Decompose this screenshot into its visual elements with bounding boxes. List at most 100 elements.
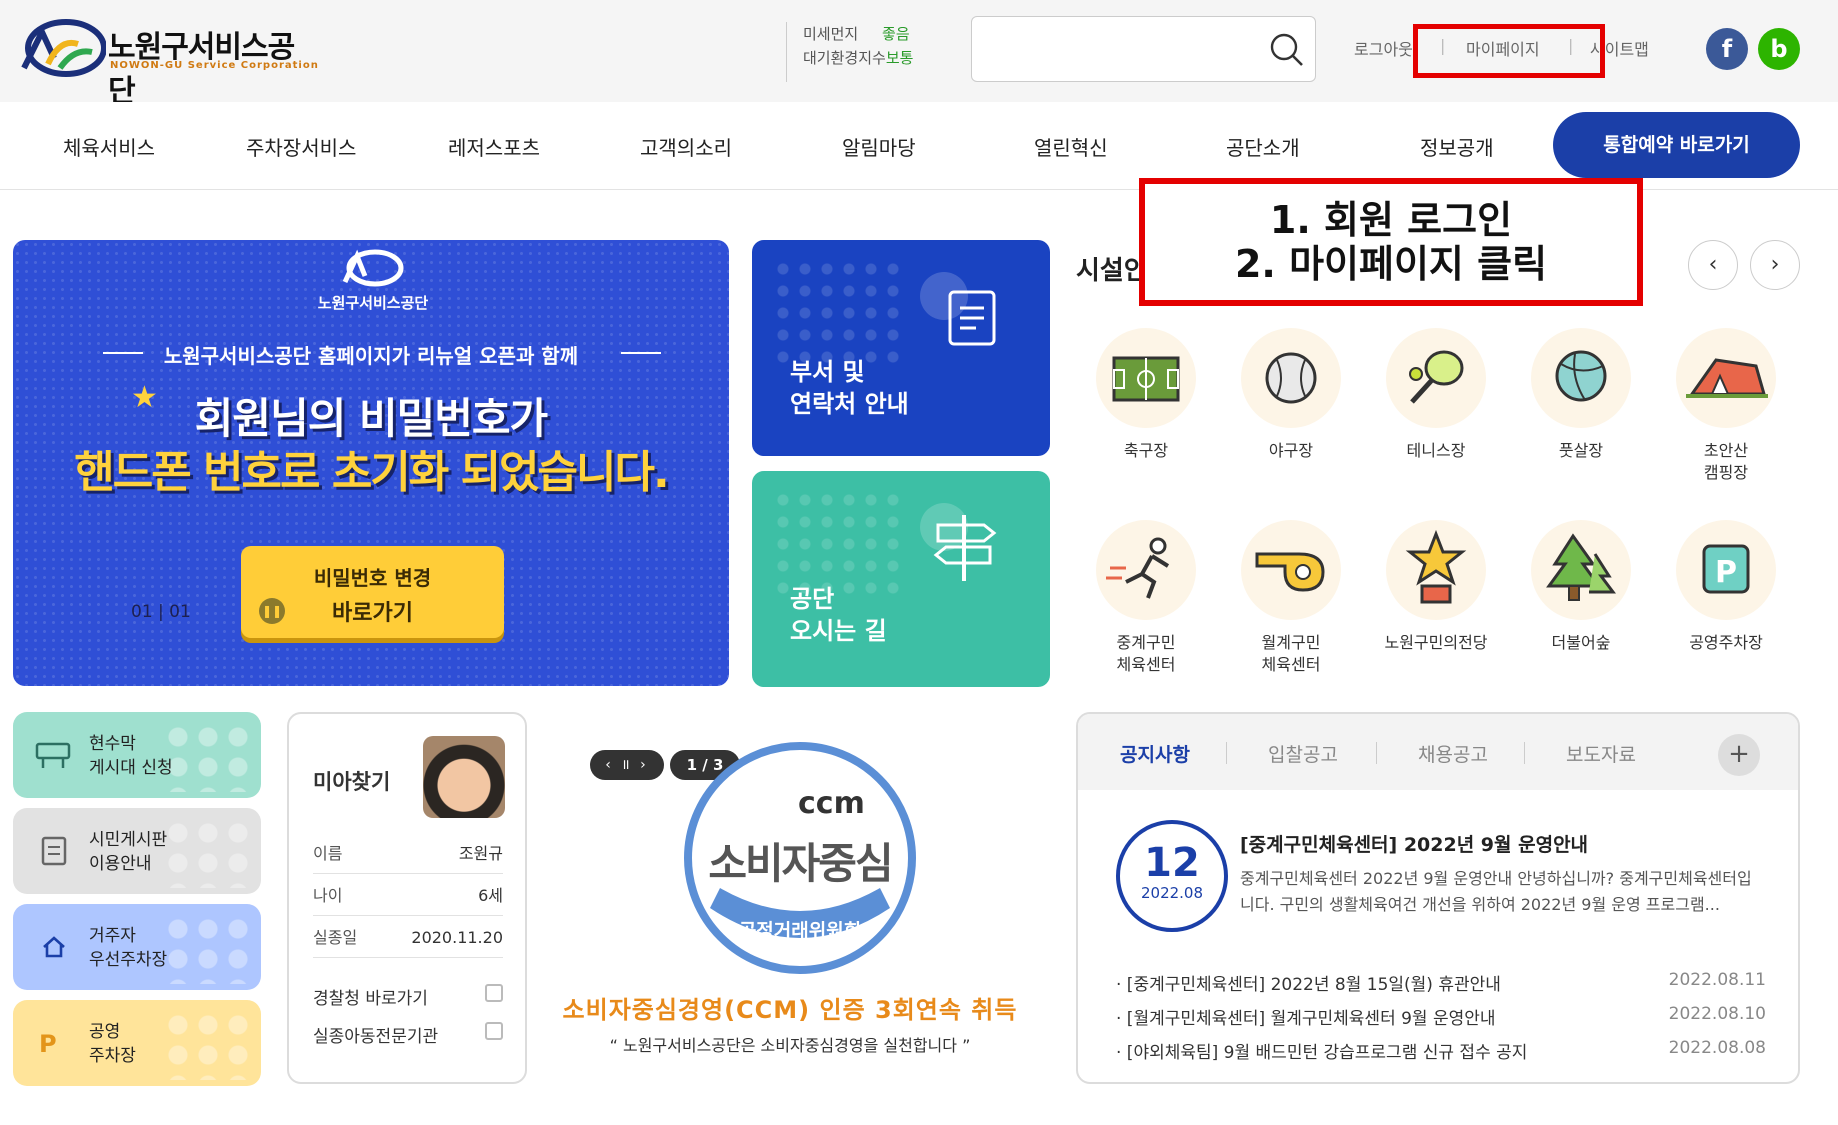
nav-customer-voice[interactable]: 고객의소리 bbox=[640, 132, 732, 161]
notice-board: 공지사항 입찰공고 채용공고 보도자료 + 12 2022.08 [중계구민체육… bbox=[1076, 712, 1800, 1084]
featured-notice-summary[interactable]: 중계구민체육센터 2022년 9월 운영안내 안녕하십니까? 중계구민체육센터입… bbox=[1240, 866, 1760, 918]
facility-public-parking[interactable]: P 공영주차장 bbox=[1666, 520, 1786, 654]
quick-label: 공영 주차장 bbox=[89, 1022, 136, 1066]
facility-futsal[interactable]: 풋살장 bbox=[1521, 328, 1641, 462]
quick-label: 시민게시판 이용안내 bbox=[89, 830, 168, 874]
nav-sports-service[interactable]: 체육서비스 bbox=[63, 132, 155, 161]
facility-name: 더불어숲 bbox=[1551, 633, 1611, 652]
logout-link[interactable]: 로그아웃 bbox=[1354, 36, 1413, 60]
missing-row-name: 이름 조원규 bbox=[313, 834, 503, 874]
public-parking-link[interactable]: P 공영 주차장 bbox=[13, 1000, 261, 1086]
site-logo[interactable]: 노원구서비스공단 NOWON-GU Service Corporation bbox=[20, 18, 320, 109]
banner-pager: 01 | 01 bbox=[131, 602, 191, 622]
external-link-icon bbox=[485, 1022, 503, 1040]
facility-camping[interactable]: 초안산 캠핑장 bbox=[1666, 328, 1786, 484]
nav-info-disclosure[interactable]: 정보공개 bbox=[1420, 132, 1494, 161]
facility-tennis[interactable]: 테니스장 bbox=[1376, 328, 1496, 462]
citizen-board-link[interactable]: 시민게시판 이용안내 bbox=[13, 808, 261, 894]
ccm-subcaption: “ 노원구서비스공단은 소비자중심경영을 실천합니다 ” bbox=[609, 1036, 971, 1055]
document-icon bbox=[41, 836, 67, 866]
dust-label: 미세먼지 bbox=[803, 25, 859, 43]
logo-emblem-icon bbox=[21, 19, 107, 77]
mypage-highlight-box bbox=[1413, 24, 1605, 78]
facility-junggye-sports-center[interactable]: 중계구민 체육센터 bbox=[1086, 520, 1206, 676]
facility-prev-button[interactable]: ‹ bbox=[1688, 240, 1738, 290]
tab-divider bbox=[1524, 742, 1525, 764]
department-tile-line1: 부서 및 bbox=[790, 358, 865, 386]
facility-baseball[interactable]: 야구장 bbox=[1231, 328, 1351, 462]
change-password-label: 비밀번호 변경 bbox=[313, 566, 432, 590]
directions-tile-label: 공단 오시는 길 bbox=[790, 583, 887, 647]
main-banner[interactable]: 노원구서비스공단 노원구서비스공단 홈페이지가 리뉴얼 오픈과 함께 ★ 회원님… bbox=[13, 240, 729, 686]
facility-forest[interactable]: 더불어숲 bbox=[1521, 520, 1641, 654]
svg-text:P: P bbox=[1715, 555, 1737, 590]
missing-row-date: 실종일 2020.11.20 bbox=[313, 918, 503, 958]
facility-name: 초안산 캠핑장 bbox=[1703, 441, 1749, 482]
featured-day: 12 bbox=[1144, 840, 1200, 886]
signpost-icon bbox=[933, 515, 997, 581]
search-icon[interactable] bbox=[1268, 31, 1306, 69]
ccm-slider-controls[interactable]: ‹ ॥ › bbox=[590, 750, 664, 780]
facebook-icon[interactable]: f bbox=[1706, 28, 1748, 70]
tennis-racket-icon bbox=[1386, 328, 1486, 428]
directions-tile[interactable]: 공단 오시는 길 bbox=[752, 471, 1050, 687]
board-tabs: 공지사항 입찰공고 채용공고 보도자료 + bbox=[1078, 714, 1798, 790]
ccm-caption: 소비자중심경영(CCM) 인증 3회연속 취득 bbox=[562, 996, 1018, 1024]
board-more-button[interactable]: + bbox=[1718, 734, 1760, 776]
search-input[interactable] bbox=[971, 16, 1316, 82]
instruction-line2: 2. 마이페이지 클릭 bbox=[1234, 242, 1548, 286]
facility-nowon-hall[interactable]: 노원구민의전당 bbox=[1376, 520, 1496, 654]
quick-pattern bbox=[163, 818, 253, 888]
notice-list-item[interactable]: · [중계구민체육센터] 2022년 8월 15일(월) 휴관안내 2022.08… bbox=[1116, 970, 1766, 995]
featured-date-badge: 12 2022.08 bbox=[1116, 820, 1228, 932]
facility-name: 야구장 bbox=[1268, 441, 1314, 460]
air-index-label: 대기환경지수 bbox=[803, 49, 886, 67]
facility-soccer[interactable]: 축구장 bbox=[1086, 328, 1206, 462]
home-icon bbox=[43, 936, 65, 958]
department-tile-label: 부서 및 연락처 안내 bbox=[790, 356, 909, 420]
instruction-annotation: 1. 회원 로그인 2. 마이페이지 클릭 bbox=[1139, 178, 1643, 306]
ccm-seal-band-text: 공정거래위원회 bbox=[738, 920, 862, 942]
facility-wolgye-sports-center[interactable]: 월계구민 체육센터 bbox=[1231, 520, 1351, 676]
external-link-icon bbox=[485, 984, 503, 1002]
tab-notice[interactable]: 공지사항 bbox=[1120, 740, 1190, 767]
tab-press[interactable]: 보도자료 bbox=[1566, 740, 1636, 767]
volleyball-icon bbox=[1531, 328, 1631, 428]
nav-about[interactable]: 공단소개 bbox=[1226, 132, 1300, 161]
missing-child-photo[interactable] bbox=[423, 736, 505, 818]
tree-icon bbox=[1531, 520, 1631, 620]
tab-bid[interactable]: 입찰공고 bbox=[1268, 740, 1338, 767]
blog-icon[interactable]: b bbox=[1758, 28, 1800, 70]
banner-pause-icon[interactable]: ❚❚ bbox=[259, 598, 285, 624]
featured-month: 2022.08 bbox=[1140, 884, 1204, 902]
notice-list-item[interactable]: · [월계구민체육센터] 월계구민체육센터 9월 운영안내 2022.08.10 bbox=[1116, 1004, 1766, 1029]
police-link[interactable]: 경찰청 바로가기 bbox=[313, 984, 503, 1009]
missing-child-agency-link[interactable]: 실종아동전문기관 bbox=[313, 1022, 503, 1047]
integrated-reservation-button[interactable]: 통합예약 바로가기 bbox=[1553, 112, 1800, 178]
facility-name: 월계구민 체육센터 bbox=[1261, 633, 1321, 674]
nav-notice[interactable]: 알림마당 bbox=[842, 132, 916, 161]
ccm-seal[interactable]: ccm 소비자중심 공정거래위원회 bbox=[680, 738, 920, 978]
air-quality-widget: 미세먼지 좋음 대기환경지수보통 bbox=[786, 22, 936, 82]
change-password-button[interactable]: 비밀번호 변경 바로가기 bbox=[241, 546, 504, 638]
tab-divider bbox=[1226, 742, 1227, 764]
resident-parking-link[interactable]: 거주자 우선주차장 bbox=[13, 904, 261, 990]
instruction-line1: 1. 회원 로그인 bbox=[1269, 198, 1513, 242]
facility-name: 축구장 bbox=[1123, 441, 1169, 460]
dust-value: 좋음 bbox=[882, 25, 910, 43]
nav-leisure-sports[interactable]: 레저스포츠 bbox=[448, 132, 540, 161]
trophy-star-icon bbox=[1386, 520, 1486, 620]
banner-application-link[interactable]: 현수막 게시대 신청 bbox=[13, 712, 261, 798]
billboard-icon bbox=[35, 742, 71, 768]
banner-rule bbox=[103, 352, 143, 354]
notice-list-item[interactable]: · [야외체육팀] 9월 배드민턴 강습프로그램 신규 접수 공지 2022.08… bbox=[1116, 1038, 1766, 1063]
banner-title-line2: 핸드폰 번호로 초기화 되었습니다. bbox=[74, 447, 669, 498]
nav-parking-service[interactable]: 주차장서비스 bbox=[246, 132, 356, 161]
tab-recruit[interactable]: 채용공고 bbox=[1418, 740, 1488, 767]
facility-next-button[interactable]: › bbox=[1750, 240, 1800, 290]
department-contact-tile[interactable]: 부서 및 연락처 안내 bbox=[752, 240, 1050, 456]
facility-name: 테니스장 bbox=[1406, 441, 1466, 460]
nav-open-innovation[interactable]: 열린혁신 bbox=[1034, 132, 1108, 161]
ccm-logo-text: ccm bbox=[798, 786, 865, 821]
featured-notice-title[interactable]: [중계구민체육센터] 2022년 9월 운영안내 bbox=[1240, 830, 1588, 857]
